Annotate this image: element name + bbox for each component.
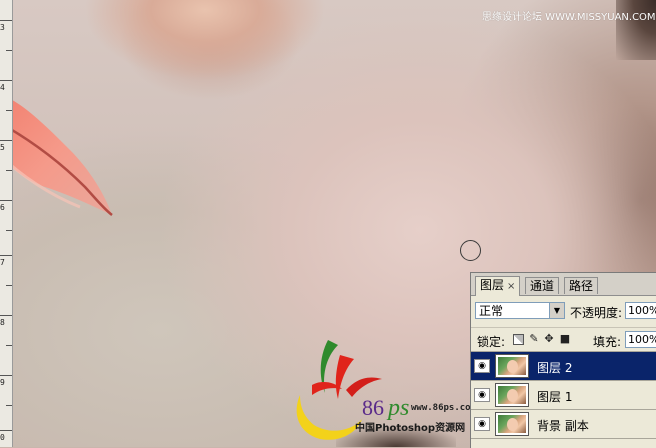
ruler-tick <box>0 375 12 376</box>
logo-site-text: www.86ps.com <box>411 403 477 413</box>
tab-channels[interactable]: 通道 <box>525 277 560 294</box>
opacity-input[interactable]: 100% <box>625 302 656 319</box>
lock-move-icon[interactable]: ✥ <box>543 333 555 345</box>
logo-brand-text: 86 <box>362 395 384 420</box>
logo-brand-ps: ps <box>386 395 409 421</box>
ruler-tick <box>6 170 12 171</box>
lock-brush-icon[interactable]: ✎ <box>528 333 540 345</box>
ruler-number: 8 <box>0 318 5 327</box>
opacity-label: 不透明度: <box>570 306 623 320</box>
ruler-tick <box>6 110 12 111</box>
ruler-number: 9 <box>0 378 5 387</box>
ruler-tick <box>0 315 12 316</box>
layer-row[interactable]: ◉ 图层 1 <box>471 380 656 409</box>
tab-paths[interactable]: 路径 <box>564 277 599 294</box>
layer-thumbnail <box>495 412 529 436</box>
ruler-tick <box>6 285 12 286</box>
layers-panel: 图层× 通道 路径 正常 ▼ 不透明度: 100% 锁定: ✎ ✥ ■ 填充: … <box>470 272 656 448</box>
tab-layers-label: 图层 <box>480 278 505 292</box>
tab-paths-label: 路径 <box>569 279 594 293</box>
eye-icon[interactable]: ◉ <box>474 359 490 373</box>
lock-all-icon[interactable]: ■ <box>559 333 571 345</box>
fill-label: 填充: <box>593 335 622 349</box>
chevron-down-icon[interactable]: ▼ <box>549 303 564 318</box>
ruler-tick <box>6 230 12 231</box>
blend-mode-select[interactable]: 正常 ▼ <box>475 302 565 319</box>
layer-name: 图层 1 <box>537 390 573 404</box>
tab-channels-label: 通道 <box>530 279 555 293</box>
ruler-tick <box>6 50 12 51</box>
layer-name: 背景 副本 <box>537 419 589 433</box>
eye-icon[interactable]: ◉ <box>474 417 490 431</box>
lock-row: 锁定: ✎ ✥ ■ 填充: 100% <box>471 327 656 350</box>
eye-icon[interactable]: ◉ <box>474 388 490 402</box>
watermark-text: 思缘设计论坛 WWW.MISSYUAN.COM <box>482 12 656 23</box>
layer-name: 图层 2 <box>537 361 573 375</box>
ruler-tick <box>0 430 12 431</box>
ruler-number: 0 <box>0 433 5 442</box>
ruler-number: 5 <box>0 143 5 152</box>
ruler-tick <box>0 20 12 21</box>
panel-tabs: 图层 × 通道 路径 <box>471 273 656 296</box>
ruler-tick <box>6 405 12 406</box>
lock-label: 锁定: <box>477 335 506 349</box>
ruler-number: 7 <box>0 258 5 267</box>
close-icon[interactable]: × <box>507 281 515 292</box>
blend-row: 正常 ▼ 不透明度: 100% <box>471 299 656 323</box>
lips-image <box>0 95 113 216</box>
layer-thumbnail <box>495 383 529 407</box>
ruler-number: 4 <box>0 83 5 92</box>
layer-row[interactable]: ◉ 图层 2 <box>471 351 656 380</box>
blend-mode-value: 正常 <box>479 304 504 318</box>
layer-row[interactable]: ◉ 背景 副本 <box>471 409 656 438</box>
ruler-number: 6 <box>0 203 5 212</box>
tab-layers[interactable]: 图层 × <box>475 276 521 296</box>
layer-thumbnail <box>495 354 529 378</box>
ruler-tick <box>0 140 12 141</box>
ruler-tick <box>0 200 12 201</box>
fill-input[interactable]: 100% <box>625 331 656 348</box>
vertical-ruler[interactable]: 3 4 5 6 7 8 9 0 <box>0 0 13 447</box>
lock-transparency-icon[interactable] <box>513 334 524 345</box>
ruler-number: 3 <box>0 23 5 32</box>
ruler-tick <box>0 255 12 256</box>
logo-tagline: 中国Photoshop资源网 <box>355 423 466 434</box>
ruler-tick <box>0 80 12 81</box>
brush-cursor-icon <box>460 240 481 261</box>
ruler-tick <box>6 345 12 346</box>
